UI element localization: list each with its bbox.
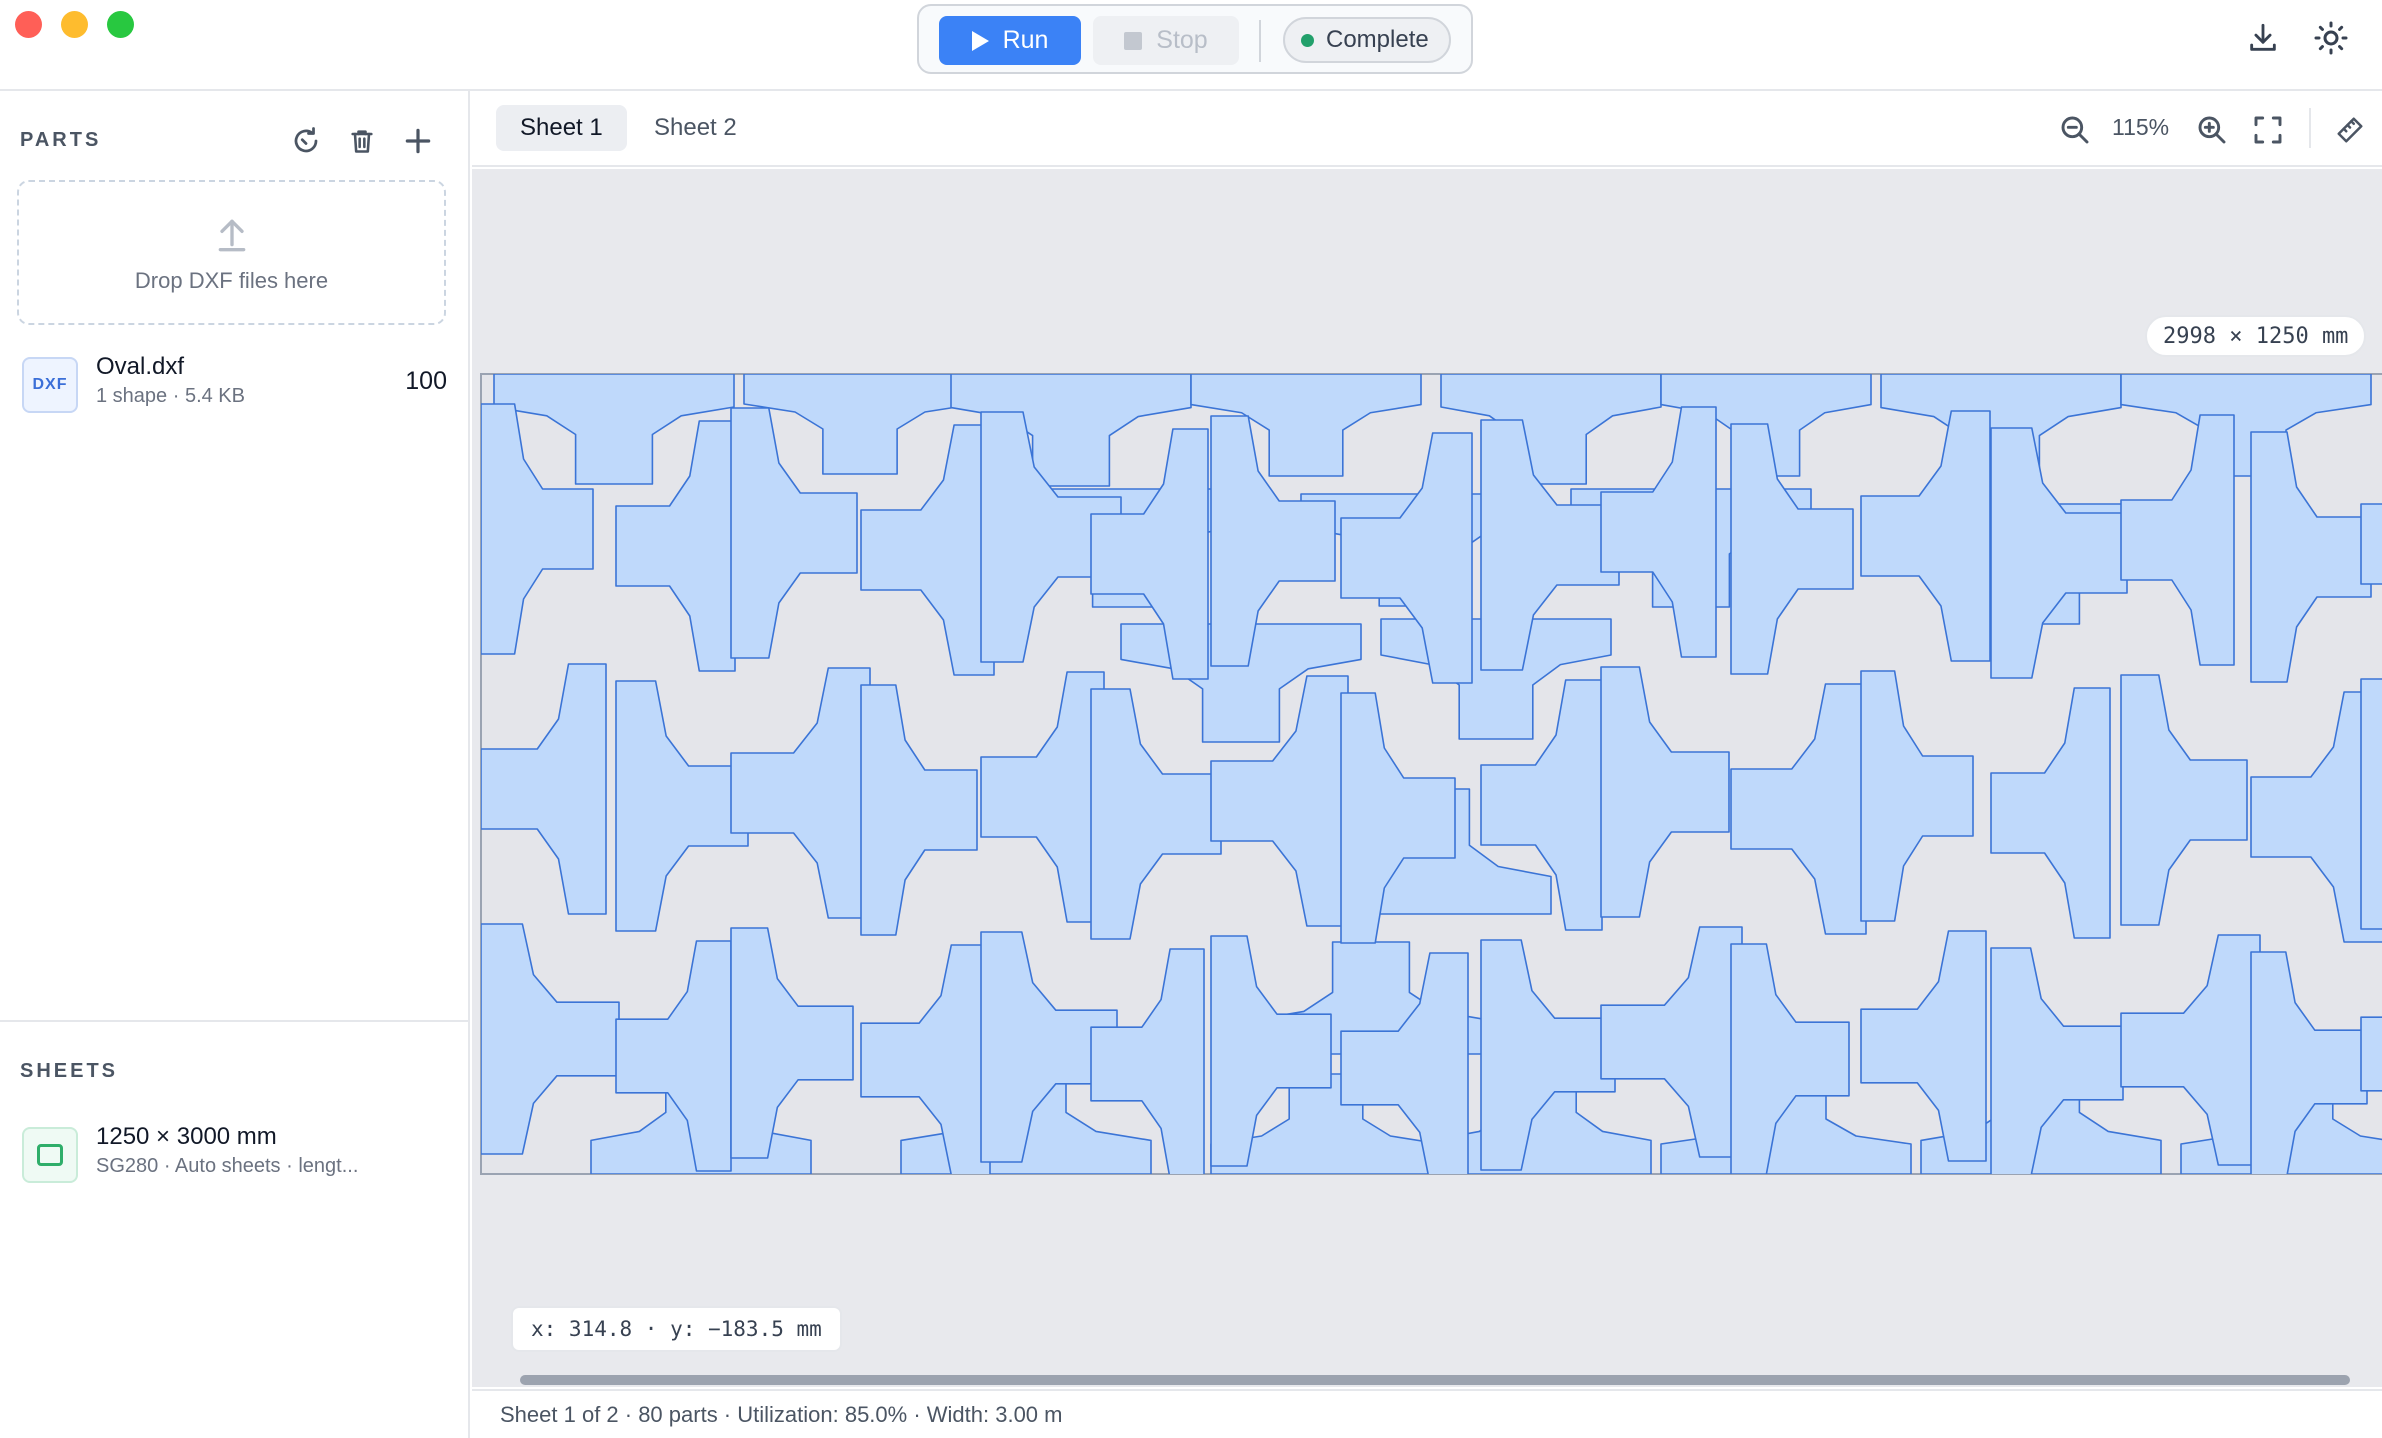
reload-parts-button[interactable] — [286, 121, 326, 161]
view-tools-divider — [2309, 108, 2311, 148]
sheet-dimensions-label: 2998 × 1250 mm — [2145, 315, 2367, 357]
cursor-coordinates: x: 314.8 · y: −183.5 mm — [511, 1306, 842, 1352]
play-icon — [971, 30, 989, 51]
horizontal-scrollbar[interactable] — [520, 1375, 2350, 1385]
tab-sheet-1[interactable]: Sheet 1 — [496, 105, 627, 151]
upload-icon — [218, 219, 245, 251]
maximize-window-button[interactable] — [107, 11, 134, 38]
dxf-dropzone[interactable]: Drop DXF files here — [17, 180, 446, 325]
close-window-button[interactable] — [15, 11, 42, 38]
dropzone-label: Drop DXF files here — [134, 267, 329, 293]
nested-part[interactable] — [2360, 678, 2382, 930]
sheet-icon — [22, 1127, 78, 1183]
tab-sheet-2[interactable]: Sheet 2 — [630, 105, 761, 151]
minimize-window-button[interactable] — [61, 11, 88, 38]
status-badge: Complete — [1283, 17, 1451, 63]
download-icon — [2250, 23, 2276, 51]
stop-icon — [1124, 31, 1143, 50]
status-dot-icon — [1301, 33, 1314, 47]
zoom-level: 115% — [2112, 114, 2170, 140]
run-button[interactable]: Run — [939, 16, 1081, 65]
sheet-list-item[interactable]: 1250 × 3000 mm SG280 · Auto sheets · len… — [22, 1123, 447, 1185]
measure-button[interactable] — [2330, 110, 2370, 150]
sheet-drawing[interactable] — [472, 169, 2382, 1387]
plus-icon — [405, 128, 431, 154]
stop-button[interactable]: Stop — [1093, 16, 1239, 65]
sheets-section-title: SHEETS — [20, 1060, 119, 1082]
fit-screen-icon — [2254, 116, 2282, 144]
nesting-canvas[interactable] — [472, 169, 2382, 1387]
fit-screen-button[interactable] — [2248, 110, 2288, 150]
part-list-item[interactable]: DXF Oval.dxf 1 shape · 5.4 KB 100 — [22, 353, 447, 415]
sheet-name: 1250 × 3000 mm — [96, 1123, 277, 1150]
sidebar-divider — [0, 1020, 470, 1022]
dxf-file-icon: DXF — [22, 357, 78, 413]
run-label: Run — [1002, 26, 1049, 54]
trash-icon — [351, 130, 373, 153]
stop-label: Stop — [1156, 26, 1208, 54]
zoom-in-button[interactable] — [2192, 110, 2232, 150]
zoom-out-icon — [2061, 116, 2089, 144]
sheet-meta: SG280 · Auto sheets · lengt... — [96, 1155, 359, 1177]
ruler-icon — [2337, 117, 2363, 143]
part-quantity[interactable]: 100 — [405, 367, 447, 396]
sidebar: PARTS Drop DXF files here DXF Oval.dxf 1… — [0, 91, 470, 1438]
zoom-out-button[interactable] — [2055, 110, 2095, 150]
status-label: Complete — [1326, 26, 1429, 53]
brightness-icon — [2314, 21, 2348, 55]
theme-toggle-button[interactable] — [2311, 18, 2351, 58]
run-controls: Run Stop Complete — [917, 4, 1473, 74]
toolbar-divider — [1259, 20, 1261, 62]
parts-section-title: PARTS — [20, 129, 102, 151]
part-name: Oval.dxf — [96, 353, 185, 380]
part-meta: 1 shape · 5.4 KB — [96, 385, 245, 407]
status-bar: Sheet 1 of 2 · 80 parts · Utilization: 8… — [472, 1389, 2382, 1438]
sheet-tabs-bar: Sheet 1 Sheet 2 — [472, 91, 2382, 167]
zoom-in-icon — [2198, 116, 2226, 144]
clear-parts-button[interactable] — [342, 121, 382, 161]
status-text: Sheet 1 of 2 · 80 parts · Utilization: 8… — [500, 1401, 1063, 1427]
refresh-icon — [294, 127, 318, 153]
add-part-button[interactable] — [398, 121, 438, 161]
download-button[interactable] — [2243, 18, 2283, 58]
title-bar: Run Stop Complete — [0, 0, 2382, 91]
